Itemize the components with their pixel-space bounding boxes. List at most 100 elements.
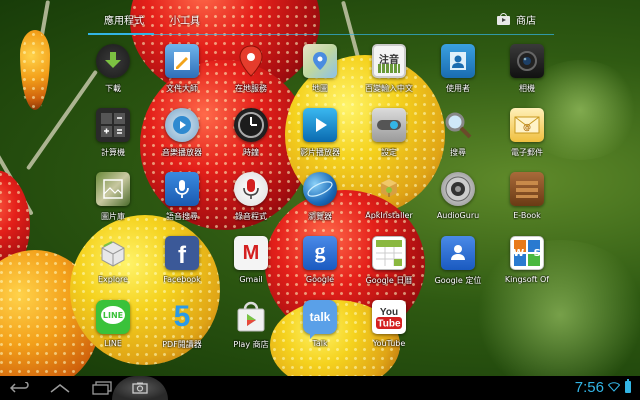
- app-label: 時鐘: [243, 148, 259, 157]
- app-document-master[interactable]: 文件大師: [144, 44, 220, 104]
- wifi-icon: [608, 382, 620, 392]
- app-apk-installer[interactable]: ApkInstaller: [351, 172, 427, 232]
- svg-text:@: @: [523, 123, 531, 132]
- kingsoft-glyph: W S: [513, 247, 541, 259]
- app-youtube[interactable]: YouTube You Tube YouTube: [351, 300, 427, 360]
- back-icon: [10, 382, 29, 393]
- app-chinese-input[interactable]: 注音 百變輸入中文: [351, 44, 427, 104]
- app-label: Google 定位: [434, 276, 482, 285]
- google-calendar-icon: [372, 236, 406, 270]
- app-label: PDF閱讀器: [162, 340, 202, 349]
- app-browser[interactable]: 瀏覽器: [282, 172, 358, 232]
- app-line[interactable]: LINE LINE: [75, 300, 151, 360]
- app-audioguru[interactable]: AudioGuru: [420, 172, 496, 232]
- user-icon: [441, 44, 475, 78]
- chinese-input-icon: 注音: [372, 44, 406, 78]
- app-google[interactable]: g Google: [282, 236, 358, 296]
- sound-recorder-icon: [234, 172, 268, 206]
- app-label: 搜尋: [450, 148, 466, 157]
- app-explore[interactable]: Explore: [75, 236, 151, 296]
- kingsoft-office-icon: W S: [510, 236, 544, 270]
- download-icon: [96, 44, 130, 78]
- app-clock[interactable]: 時鐘: [213, 108, 289, 168]
- app-label: E-Book: [513, 211, 541, 220]
- app-video-player[interactable]: 影片播放器: [282, 108, 358, 168]
- screenshot-button[interactable]: [112, 376, 168, 400]
- svg-text:Tube: Tube: [377, 319, 401, 330]
- app-label: Talk: [312, 339, 328, 348]
- app-google-calendar[interactable]: Google 日曆: [351, 236, 427, 296]
- pdf-reader-icon: 5: [165, 300, 199, 334]
- back-button[interactable]: [8, 376, 32, 400]
- app-download[interactable]: 下載: [75, 44, 151, 104]
- app-label: Explore: [97, 275, 129, 284]
- recent-apps-button[interactable]: [90, 376, 114, 400]
- app-user[interactable]: 使用者: [420, 44, 496, 104]
- app-kingsoft-office[interactable]: W S Kingsoft Of: [489, 236, 565, 296]
- navigation-bar: 7:56: [0, 376, 640, 400]
- google-talk-icon: talk: [303, 300, 337, 339]
- app-label: 文件大師: [166, 84, 198, 93]
- pdf-reader-glyph: 5: [173, 300, 191, 333]
- home-button[interactable]: [48, 376, 72, 400]
- google-search-icon: g: [303, 236, 337, 270]
- app-label: 百變輸入中文: [365, 84, 413, 93]
- line-glyph: LINE: [102, 311, 124, 320]
- app-label: Google 日曆: [365, 276, 413, 285]
- video-player-icon: [303, 108, 337, 142]
- browser-icon: [303, 172, 337, 206]
- status-clock[interactable]: 7:56: [575, 379, 604, 396]
- app-label: LINE: [104, 339, 122, 348]
- app-label: 設定: [381, 148, 397, 157]
- app-gallery[interactable]: 圖片庫: [75, 172, 151, 232]
- app-music-player[interactable]: 音樂播放器: [144, 108, 220, 168]
- apk-installer-icon: [372, 172, 406, 206]
- maps-icon: [303, 44, 337, 78]
- recent-apps-icon: [92, 381, 112, 395]
- facebook-glyph: f: [178, 242, 186, 269]
- talk-glyph: talk: [309, 310, 331, 324]
- app-ebook[interactable]: E-Book: [489, 172, 565, 232]
- search-icon: [441, 108, 475, 142]
- google-glyph: g: [314, 238, 326, 263]
- google-latitude-icon: [441, 236, 475, 270]
- gallery-icon: [96, 172, 130, 206]
- app-maps[interactable]: 地圖: [282, 44, 358, 104]
- app-label: Facebook: [163, 275, 201, 284]
- play-store-icon: [234, 300, 268, 334]
- audioguru-icon: [441, 172, 475, 206]
- app-label: Play 商店: [233, 340, 269, 349]
- ebook-icon: [510, 172, 544, 206]
- camera-icon: [510, 44, 544, 78]
- app-talk[interactable]: talk Talk: [282, 300, 358, 360]
- app-google-latitude[interactable]: Google 定位: [420, 236, 496, 296]
- gmail-icon: M: [234, 236, 268, 270]
- app-label: ApkInstaller: [365, 211, 413, 220]
- app-label: 錄音程式: [235, 212, 267, 221]
- app-label: 計算機: [101, 148, 125, 157]
- app-settings[interactable]: 設定: [351, 108, 427, 168]
- app-calculator[interactable]: 計算機: [75, 108, 151, 168]
- app-label: 電子郵件: [511, 148, 543, 157]
- app-voice-search[interactable]: 語音搜尋: [144, 172, 220, 232]
- app-local-service[interactable]: 在地服務: [213, 44, 289, 104]
- app-label: 使用者: [446, 84, 470, 93]
- app-label: 瀏覽器: [308, 212, 332, 221]
- app-camera[interactable]: 相機: [489, 44, 565, 104]
- app-email[interactable]: @ 電子郵件: [489, 108, 565, 168]
- document-master-icon: [165, 44, 199, 78]
- app-pdf-reader[interactable]: 5 PDF閱讀器: [144, 300, 220, 360]
- settings-icon: [372, 108, 406, 142]
- app-play-store[interactable]: Play 商店: [213, 300, 289, 360]
- app-label: 下載: [105, 84, 121, 93]
- app-label: Google: [305, 275, 335, 284]
- app-search[interactable]: 搜尋: [420, 108, 496, 168]
- email-icon: @: [510, 108, 544, 142]
- app-facebook[interactable]: f Facebook: [144, 236, 220, 296]
- app-gmail[interactable]: M Gmail: [213, 236, 289, 296]
- app-sound-recorder[interactable]: 錄音程式: [213, 172, 289, 232]
- app-grid: 下載 文件大師 在地服務 地圖 注音 百變輸入中文 使用者 相機 計算機 音樂播…: [0, 0, 640, 376]
- gmail-glyph: M: [242, 241, 260, 264]
- app-label: 音樂播放器: [162, 148, 202, 157]
- music-player-icon: [165, 108, 199, 142]
